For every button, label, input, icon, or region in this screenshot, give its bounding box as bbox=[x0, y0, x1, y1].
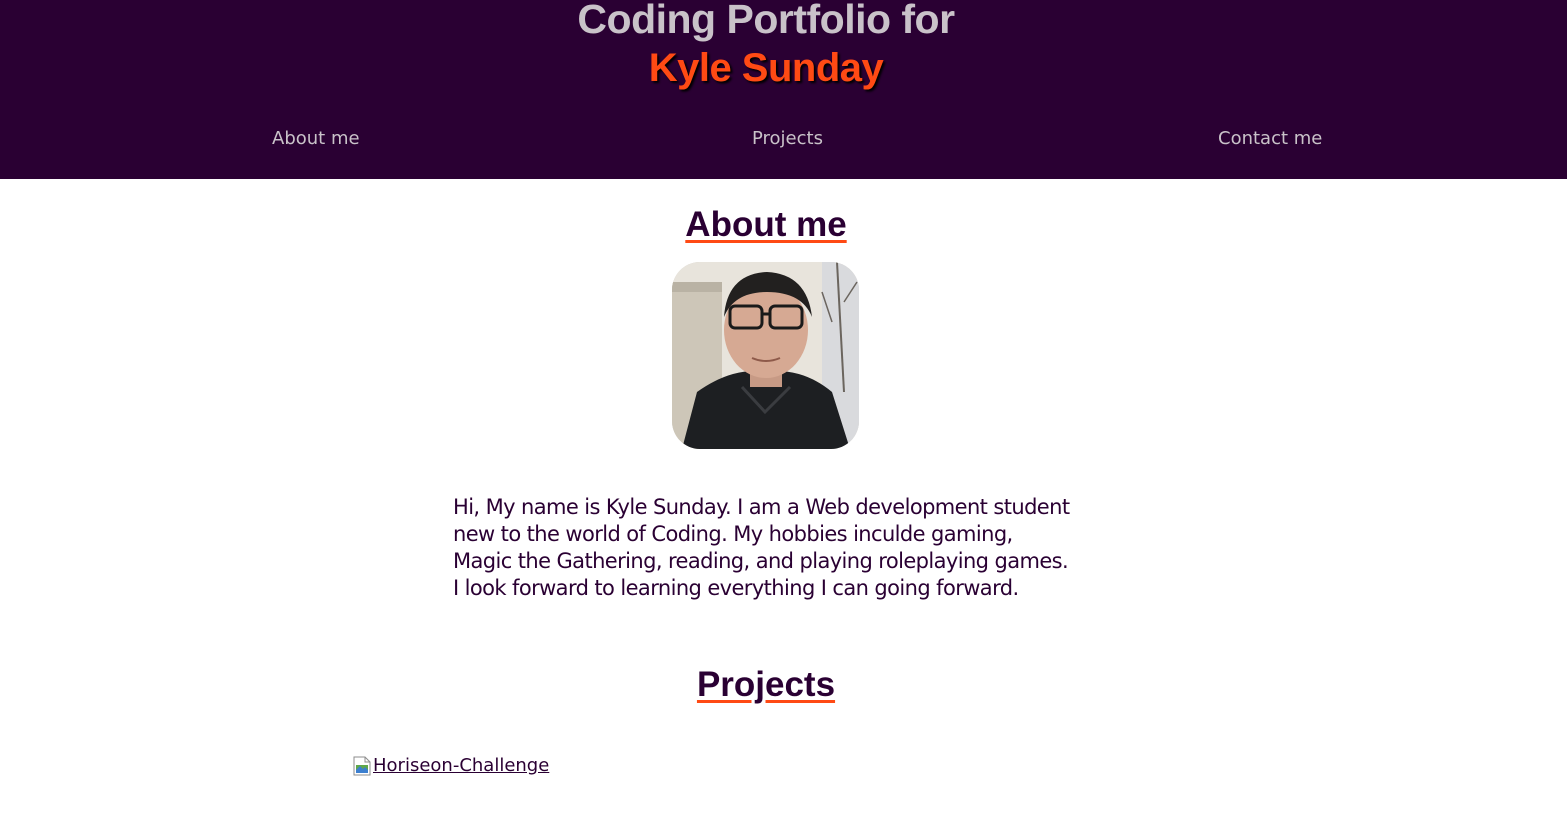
page-title: Coding Portfolio for bbox=[577, 0, 955, 42]
projects-heading-text: Projects bbox=[696, 665, 836, 704]
nav-item-projects[interactable]: Projects bbox=[752, 128, 823, 149]
project-image-alt-text: Horiseon-Challenge bbox=[373, 755, 550, 776]
nav-item-contact-me[interactable]: Contact me bbox=[1218, 128, 1322, 149]
projects-heading: Projects bbox=[0, 665, 1532, 705]
about-me-bio: Hi, My name is Kyle Sunday. I am a Web d… bbox=[453, 495, 1070, 600]
nav-item-about-me[interactable]: About me bbox=[272, 128, 360, 149]
about-me-heading: About me bbox=[0, 205, 1532, 245]
about-me-heading-text: About me bbox=[685, 205, 847, 244]
project-link-horiseon[interactable]: Horiseon-Challenge bbox=[353, 755, 549, 776]
broken-image-icon bbox=[353, 756, 371, 776]
site-header: Coding Portfolio for Kyle Sunday About m… bbox=[0, 0, 1567, 179]
profile-photo bbox=[672, 262, 859, 449]
author-name: Kyle Sunday bbox=[648, 46, 884, 90]
